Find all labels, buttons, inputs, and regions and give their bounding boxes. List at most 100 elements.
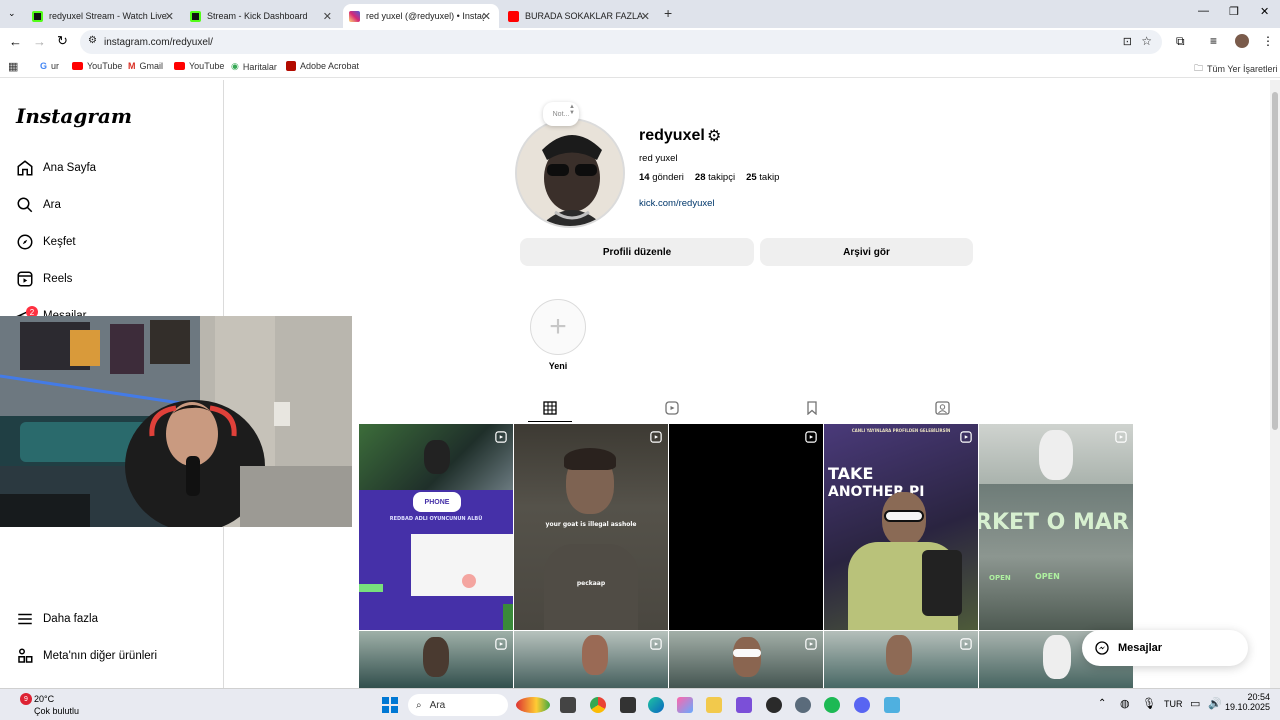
bookmark-youtube-2[interactable]: YouTube [174, 61, 224, 71]
forward-icon[interactable]: → [33, 34, 46, 49]
browser-tab-kick-stream[interactable]: redyuxel Stream - Watch Live o ✕ [26, 4, 182, 28]
app-taskbar-icon[interactable] [620, 697, 636, 713]
profile-avatar-icon[interactable] [1235, 34, 1249, 48]
bookmark-haritalar[interactable]: ◉ Haritalar [231, 61, 277, 72]
url-bar[interactable]: ⚙ instagram.com/redyuxel/ ⊡ ☆ [80, 30, 1162, 54]
taskbar-search[interactable]: ⌕ Ara [408, 694, 508, 716]
kick-favicon-icon [32, 10, 43, 22]
minimize-window-icon[interactable]: — [1198, 5, 1209, 17]
media-controls-icon[interactable]: ≡ [1210, 34, 1217, 48]
address-toolbar: ← → ↻ ⚙ instagram.com/redyuxel/ ⊡ ☆ ⧉ ≡ … [0, 28, 1280, 56]
bookmark-gmail[interactable]: M Gmail [128, 61, 163, 71]
compass-icon [17, 234, 33, 250]
browser-tab-youtube[interactable]: BURADA SOKAKLAR FAZLACA ✕ [502, 4, 658, 28]
profile-avatar[interactable] [515, 118, 625, 228]
language-indicator[interactable]: TUR [1164, 699, 1183, 709]
nav-reels[interactable]: Reels [16, 270, 72, 288]
snipping-tool-icon[interactable] [736, 697, 752, 713]
reel-indicator-icon [650, 430, 662, 448]
post-item[interactable] [359, 631, 513, 688]
note-scroll-icon: ▲ ▼ [569, 104, 575, 116]
bookmark-youtube[interactable]: YouTube [72, 61, 122, 71]
display-tray-icon[interactable]: ▭ [1190, 697, 1200, 710]
nav-search[interactable]: Ara [16, 196, 61, 214]
post-item[interactable]: CANLI YAYINLARA PROFILDEN GELEBİLİRSİN T… [824, 424, 978, 630]
scrollbar-thumb[interactable] [1272, 92, 1278, 430]
close-tab-icon[interactable]: ✕ [641, 10, 650, 23]
post-item[interactable] [514, 631, 668, 688]
close-tab-icon[interactable]: ✕ [165, 10, 174, 23]
instagram-logo[interactable]: Instagram [16, 104, 132, 128]
network-tray-icon[interactable]: ◍ [1120, 697, 1130, 710]
post-item[interactable] [824, 631, 978, 688]
obs-taskbar-icon[interactable] [766, 697, 782, 713]
gmail-icon: M [128, 61, 136, 71]
post-item[interactable]: your goat is illegal asshole peckaap [514, 424, 668, 630]
chrome-taskbar-icon[interactable] [590, 697, 606, 713]
fruit-widget-icon[interactable] [516, 697, 550, 713]
back-icon[interactable]: ← [9, 34, 22, 49]
post-item[interactable]: RKET O MAR OPEN OPEN [979, 424, 1133, 630]
install-app-icon[interactable]: ⊡ [1123, 35, 1132, 48]
edit-profile-button[interactable]: Profili düzenle [520, 238, 754, 266]
apps-grid-icon[interactable]: ▦ [8, 60, 18, 73]
edge-taskbar-icon[interactable] [648, 697, 664, 713]
followers-stat[interactable]: 28 takipçi [695, 172, 735, 183]
posts-stat: 14 gönderi [639, 172, 684, 183]
tab-saved[interactable] [805, 401, 819, 420]
youtube-icon [72, 62, 83, 70]
post-item[interactable] [669, 631, 823, 688]
url-text: instagram.com/redyuxel/ [104, 36, 213, 48]
tab-search-icon[interactable]: ⌄ [8, 8, 16, 19]
tab-reels[interactable] [665, 401, 679, 420]
tab-tagged[interactable] [935, 401, 950, 420]
new-highlight-button[interactable]: + [530, 299, 586, 355]
weather-widget[interactable]: 9 20°C Çok bulutlu [16, 692, 86, 718]
spotify-taskbar-icon[interactable] [824, 697, 840, 713]
page-scrollbar[interactable] [1270, 80, 1280, 688]
bookmark-adobe-acrobat[interactable]: Adobe Acrobat [286, 61, 359, 71]
notepad-taskbar-icon[interactable] [884, 697, 900, 713]
following-stat[interactable]: 25 takip [746, 172, 779, 183]
discord-taskbar-icon[interactable] [854, 697, 870, 713]
windows-start-icon[interactable] [382, 697, 398, 713]
new-tab-icon[interactable]: + [664, 5, 672, 21]
floating-messages-button[interactable]: Mesajlar [1082, 630, 1248, 666]
profile-link[interactable]: kick.com/redyuxel [639, 198, 715, 209]
task-view-icon[interactable] [560, 697, 576, 713]
post-item[interactable] [669, 424, 823, 630]
close-tab-icon[interactable]: ✕ [323, 10, 332, 23]
copilot-taskbar-icon[interactable] [677, 697, 693, 713]
tray-overflow-icon[interactable]: ⌃ [1098, 698, 1106, 709]
post-item[interactable]: PHONE REDBAD ADLI OYUNCUNUN ALBÜ [359, 424, 513, 630]
bookmark-ur[interactable]: Gur [40, 61, 59, 71]
chrome-menu-icon[interactable]: ⋮ [1262, 34, 1274, 48]
windows-taskbar: 9 20°C Çok bulutlu ⌕ Ara ⌃ ◍ 🎙 TUR ▭ 🔊 2… [0, 688, 1280, 720]
nav-home[interactable]: Ana Sayfa [16, 159, 96, 177]
browser-tab-instagram[interactable]: red yuxel (@redyuxel) • Instag ✕ [343, 4, 499, 28]
youtube-icon [174, 62, 185, 70]
instagram-favicon-icon [349, 10, 360, 22]
all-bookmarks-folder[interactable]: 🗀 Tüm Yer İşaretleri [1194, 61, 1278, 77]
post-overlay-text: REDBAD ADLI OYUNCUNUN ALBÜ [389, 516, 483, 522]
file-explorer-icon[interactable] [706, 697, 722, 713]
site-info-icon[interactable]: ⚙ [88, 35, 97, 46]
acrobat-icon [286, 61, 296, 71]
bookmark-star-icon[interactable]: ☆ [1141, 34, 1152, 48]
microphone-tray-icon[interactable]: 🎙 [1142, 697, 1156, 710]
nav-more[interactable]: Daha fazla [16, 610, 98, 628]
tab-posts[interactable] [528, 389, 572, 423]
browser-tab-kick-dashboard[interactable]: Stream - Kick Dashboard ✕ [184, 4, 340, 28]
nav-meta-products[interactable]: Meta'nın diğer ürünleri [16, 647, 157, 665]
close-tab-icon[interactable]: ✕ [482, 10, 491, 23]
maximize-window-icon[interactable]: ❐ [1229, 5, 1239, 18]
settings-taskbar-icon[interactable] [795, 697, 811, 713]
view-archive-button[interactable]: Arşivi gör [760, 238, 973, 266]
extensions-icon[interactable]: ⧉ [1176, 34, 1185, 49]
settings-gear-icon[interactable]: ⚙ [707, 126, 721, 146]
clock[interactable]: 20:54 19.10.2025 [1222, 692, 1270, 712]
nav-explore[interactable]: Keşfet [16, 233, 76, 251]
volume-tray-icon[interactable]: 🔊 [1208, 697, 1222, 710]
reload-icon[interactable]: ↻ [57, 33, 68, 49]
close-window-icon[interactable]: ✕ [1260, 5, 1269, 18]
